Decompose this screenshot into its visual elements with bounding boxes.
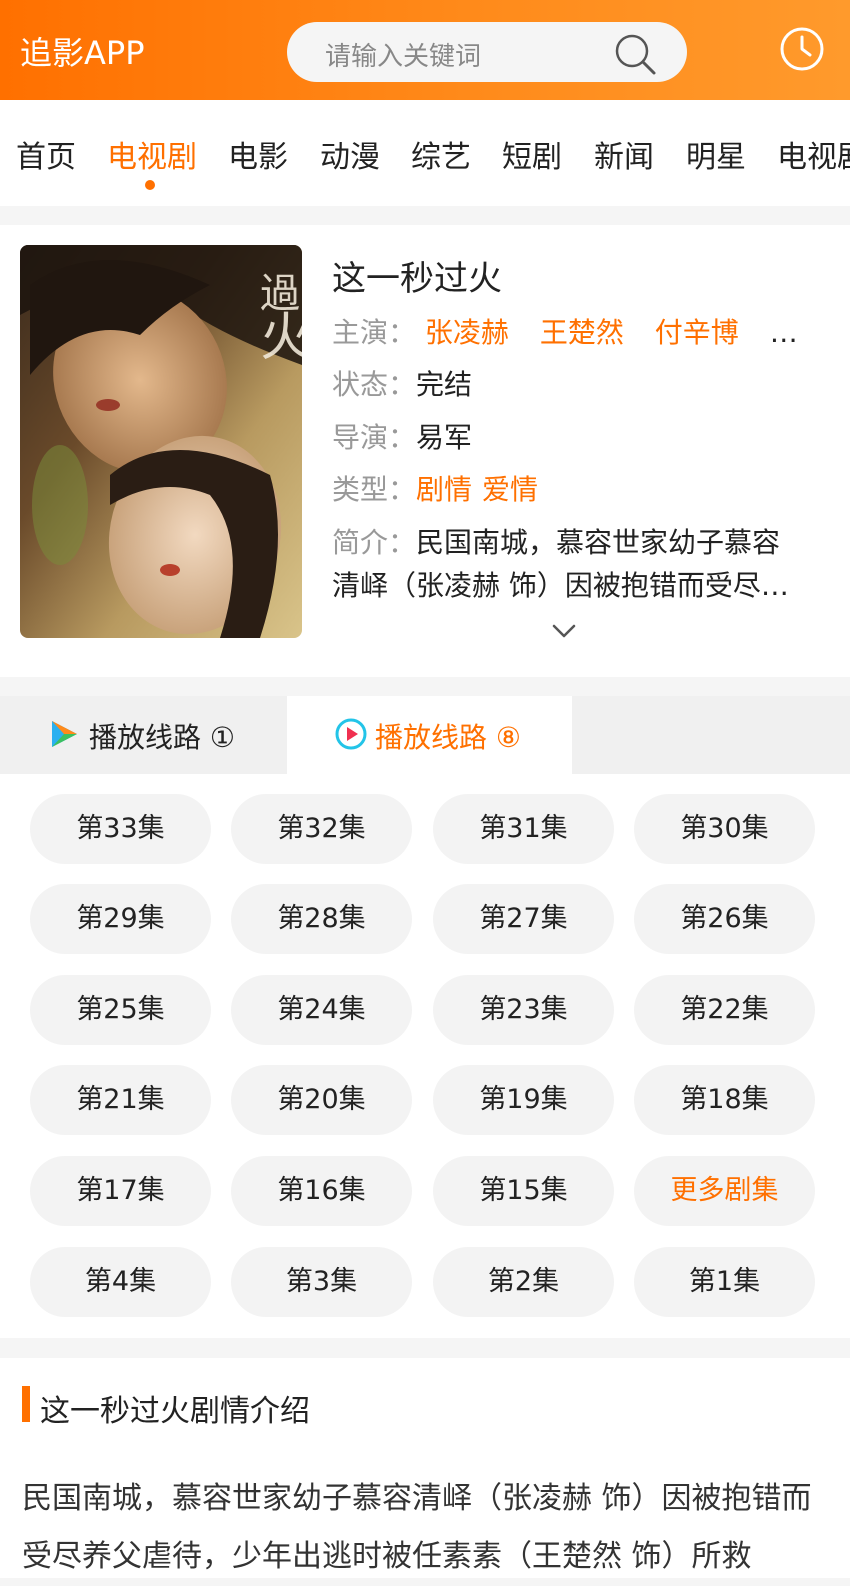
- cast-link[interactable]: 付辛博: [655, 316, 739, 349]
- episode-button[interactable]: 第4集: [30, 1247, 211, 1317]
- episode-button[interactable]: 第21集: [30, 1065, 211, 1135]
- plot-intro-section: 这一秒过火剧情介绍 民国南城，慕容世家幼子慕容清峄（张凌赫 饰）因被抱错而受尽养…: [0, 1358, 850, 1578]
- nav-item-movie[interactable]: 电影: [228, 132, 288, 176]
- episode-button[interactable]: 第24集: [231, 975, 412, 1045]
- show-info-card: 火 過 这一秒过火 主演： 张凌赫 王楚然 付辛博 … 状态：完结 导演：易军 …: [0, 225, 850, 677]
- cast-link[interactable]: 王楚然: [540, 316, 624, 349]
- director-label: 导演：: [332, 421, 417, 454]
- more-episodes-button[interactable]: 更多剧集: [634, 1156, 815, 1226]
- episode-button[interactable]: 第29集: [30, 884, 211, 954]
- episode-button[interactable]: 第20集: [231, 1065, 412, 1135]
- svg-text:火: 火: [260, 308, 302, 368]
- section-accent-bar: [22, 1386, 30, 1422]
- episode-button[interactable]: 第23集: [433, 975, 614, 1045]
- nav-item-variety[interactable]: 综艺: [411, 132, 471, 176]
- app-header: 追影APP 请输入关键词: [0, 0, 850, 100]
- tab-label: 播放线路 ⑧: [375, 721, 522, 754]
- director-row: 导演：易军: [332, 416, 472, 456]
- episode-grid: 第33集 第32集 第31集 第30集第29集 第28集 第27集 第26集第25集 第24集…: [0, 774, 850, 1338]
- tab-source-1[interactable]: 播放线路 ①: [0, 696, 287, 774]
- episode-button[interactable]: 第28集: [231, 884, 412, 954]
- synopsis-label: 简介：: [332, 526, 417, 559]
- nav-item-home[interactable]: 首页: [16, 132, 76, 176]
- episode-button[interactable]: 第25集: [30, 975, 211, 1045]
- episode-button[interactable]: 第30集: [634, 794, 815, 864]
- app-logo[interactable]: 追影APP: [20, 28, 145, 74]
- category-nav: 首页 电视剧 电影 动漫 综艺 短剧 新闻 明星 电视剧: [0, 100, 850, 206]
- play-source-icon: [52, 721, 77, 747]
- nav-item-stars[interactable]: 明星: [686, 132, 746, 176]
- genre-label: 类型：: [332, 473, 417, 506]
- episode-button[interactable]: 第18集: [634, 1065, 815, 1135]
- cast-row: 主演： 张凌赫 王楚然 付辛博 …: [332, 311, 798, 351]
- episode-button[interactable]: 第32集: [231, 794, 412, 864]
- nav-item-short[interactable]: 短剧: [502, 132, 562, 176]
- tab-label: 播放线路 ①: [89, 721, 236, 754]
- source-tabs: 播放线路 ① 播放线路 ⑧: [0, 696, 850, 774]
- genre-link[interactable]: 剧情: [416, 473, 472, 506]
- synopsis: 简介：民国南城，慕容世家幼子慕容清峄（张凌赫 饰）因被抱错而受尽养父虐待，少年出…: [332, 521, 802, 607]
- cast-link[interactable]: 张凌赫: [425, 316, 509, 349]
- episode-button[interactable]: 第16集: [231, 1156, 412, 1226]
- nav-item-news[interactable]: 新闻: [594, 132, 654, 176]
- episode-button[interactable]: 第26集: [634, 884, 815, 954]
- search-icon[interactable]: [613, 32, 657, 76]
- episode-button[interactable]: 第22集: [634, 975, 815, 1045]
- nav-item-tv[interactable]: 电视剧: [107, 132, 197, 176]
- section-title: 这一秒过火剧情介绍: [40, 1394, 310, 1429]
- genre-link[interactable]: 爱情: [482, 473, 538, 506]
- nav-active-indicator: [145, 180, 155, 190]
- poster-image[interactable]: 火 過: [20, 245, 302, 638]
- tab-source-8[interactable]: 播放线路 ⑧: [287, 696, 572, 774]
- status-row: 状态：完结: [332, 363, 472, 403]
- episode-button[interactable]: 第17集: [30, 1156, 211, 1226]
- poster-art: 火 過: [20, 245, 302, 638]
- episode-button[interactable]: 第2集: [433, 1247, 614, 1317]
- show-title: 这一秒过火: [332, 259, 502, 299]
- episode-button[interactable]: 第15集: [433, 1156, 614, 1226]
- episode-button[interactable]: 第27集: [433, 884, 614, 954]
- cast-label: 主演：: [332, 316, 417, 349]
- genre-row: 类型：剧情 爱情: [332, 468, 560, 508]
- status-value: 完结: [416, 368, 473, 401]
- clock-icon[interactable]: [779, 26, 825, 72]
- episode-button[interactable]: 第3集: [231, 1247, 412, 1317]
- search-placeholder: 请输入关键词: [325, 42, 482, 72]
- cast-more[interactable]: …: [770, 316, 798, 349]
- plot-text: 民国南城，慕容世家幼子慕容清峄（张凌赫 饰）因被抱错而受尽养父虐待，少年出逃时被…: [22, 1481, 812, 1574]
- episode-button[interactable]: 第19集: [433, 1065, 614, 1135]
- director-value: 易军: [416, 421, 473, 454]
- episode-button[interactable]: 第33集: [30, 794, 211, 864]
- play-circle-icon: [335, 718, 367, 750]
- svg-text:過: 過: [260, 271, 300, 317]
- nav-item-tv-2[interactable]: 电视剧: [777, 132, 850, 176]
- episode-button[interactable]: 第1集: [634, 1247, 815, 1317]
- nav-item-anime[interactable]: 动漫: [320, 132, 380, 176]
- chevron-down-icon[interactable]: [551, 623, 577, 639]
- episode-button[interactable]: 第31集: [433, 794, 614, 864]
- search-input[interactable]: 请输入关键词: [287, 22, 687, 82]
- status-label: 状态：: [332, 368, 417, 401]
